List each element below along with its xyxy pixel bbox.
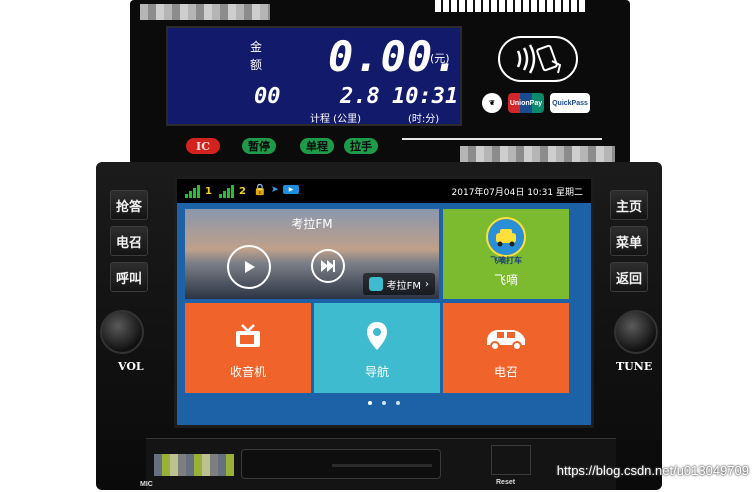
- time-unit-label: (时:分): [408, 114, 440, 125]
- navigation-tile[interactable]: 导航: [314, 303, 440, 393]
- reset-label: Reset: [496, 479, 516, 486]
- feidi-logo-text: 飞嘀打车: [490, 256, 522, 265]
- receipt-tape: [435, 0, 585, 12]
- back-button[interactable]: 返回: [610, 262, 648, 292]
- page-dot: [396, 401, 400, 405]
- navigation-label: 导航: [364, 365, 389, 379]
- tune-knob[interactable]: [614, 310, 658, 354]
- status-bar: 1 2 🔒 ➤ ▶ 2017年07月04日 10:31 星期二: [177, 179, 591, 203]
- tv-radio-icon: [234, 323, 262, 352]
- play-icon[interactable]: [227, 245, 271, 289]
- pixelated-label: [154, 454, 234, 476]
- amount-label-2: 额: [250, 58, 263, 72]
- distance-unit-label: 计程 (公里): [310, 114, 361, 125]
- reset-button[interactable]: [491, 445, 531, 475]
- date-time: 2017年07月04日 10:31 星期二: [451, 188, 583, 198]
- touch-screen: 1 2 🔒 ➤ ▶ 2017年07月04日 10:31 星期二 考拉FM 考拉F…: [174, 176, 594, 428]
- kaola-logo-icon: [368, 277, 383, 291]
- meter-lcd-display: 金 额 0.00. (元) 00 2.8 10:31 计程 (公里) (时:分): [166, 26, 462, 126]
- tune-label: TUNE: [616, 360, 653, 373]
- feidi-label: 飞嘀: [493, 273, 518, 287]
- home-screen: 考拉FM 考拉FM › 飞嘀打车 飞嘀 收音机 导航 电召: [177, 203, 591, 425]
- time-value: 10:31: [392, 84, 459, 109]
- taxi-logo-icon: [486, 217, 526, 257]
- page-indicator: [177, 401, 591, 405]
- call-button[interactable]: 呼叫: [110, 262, 148, 292]
- quick-answer-button[interactable]: 抢答: [110, 190, 148, 220]
- radio-tile[interactable]: 收音机: [185, 303, 311, 393]
- dispatch-tile[interactable]: 电召: [443, 303, 569, 393]
- divider: [402, 138, 602, 140]
- kaola-fm-open-button[interactable]: 考拉FM ›: [362, 273, 435, 295]
- mic-label: MIC: [140, 481, 153, 488]
- wait-digits: 00: [254, 84, 281, 109]
- sim1-label: 1: [205, 186, 212, 197]
- lock-icon: 🔒: [253, 183, 267, 196]
- radio-label: 收音机: [229, 365, 266, 379]
- pause-button[interactable]: 暂停: [242, 138, 276, 154]
- amount-label-1: 金: [250, 40, 263, 54]
- page-dot: [382, 401, 386, 405]
- handle-button[interactable]: 拉手: [344, 138, 378, 154]
- kaola-fm-title: 考拉FM: [291, 217, 333, 231]
- sim2-label: 2: [239, 186, 246, 197]
- kaola-fm-tile[interactable]: 考拉FM 考拉FM ›: [185, 209, 439, 299]
- pixelated-label: [140, 4, 270, 20]
- unionpay-logo: UnionPay: [508, 93, 544, 113]
- car-head-unit: 抢答 电召 呼叫 VOL 主页 菜单 返回 TUNE 1 2 🔒 ➤ ▶ 201…: [96, 162, 662, 490]
- volume-knob[interactable]: [100, 310, 144, 354]
- contactless-payment-icon: [498, 36, 578, 82]
- distance-value: 2.8: [340, 84, 380, 109]
- single-trip-button[interactable]: 单程: [300, 138, 334, 154]
- slot-opening: [332, 464, 432, 467]
- ic-button[interactable]: IC: [186, 138, 220, 154]
- menu-button[interactable]: 菜单: [610, 226, 648, 256]
- taximeter: 金 额 0.00. (元) 00 2.8 10:31 计程 (公里) (时:分)…: [130, 0, 630, 165]
- card-slot[interactable]: [241, 449, 441, 479]
- bird-icon: ➤: [271, 185, 279, 195]
- skip-next-icon[interactable]: [311, 249, 345, 283]
- flash-pay-icon: ❦: [482, 93, 502, 113]
- watermark: https://blog.csdn.net/u013049709: [556, 463, 749, 478]
- car-icon: [483, 325, 529, 354]
- page-dot-active: [368, 401, 372, 405]
- quickpass-logo: QuickPass: [550, 93, 590, 113]
- signal-strength-icon-2: [219, 184, 234, 198]
- vol-label: VOL: [118, 360, 144, 373]
- signal-strength-icon-1: [185, 184, 200, 198]
- home-button[interactable]: 主页: [610, 190, 648, 220]
- chevron-right-icon: ›: [425, 278, 429, 290]
- kaola-fm-button-label: 考拉FM: [386, 280, 421, 292]
- dispatch-button[interactable]: 电召: [110, 226, 148, 256]
- card-logos: ❦ UnionPay QuickPass: [482, 92, 612, 114]
- feidi-tile[interactable]: 飞嘀打车 飞嘀: [443, 209, 569, 299]
- location-pin-icon: [366, 321, 388, 354]
- unit-yuan: (元): [430, 52, 450, 65]
- video-icon: ▶: [283, 185, 299, 194]
- payment-area: ❦ UnionPay QuickPass: [478, 30, 618, 130]
- dispatch-label: 电召: [493, 365, 518, 379]
